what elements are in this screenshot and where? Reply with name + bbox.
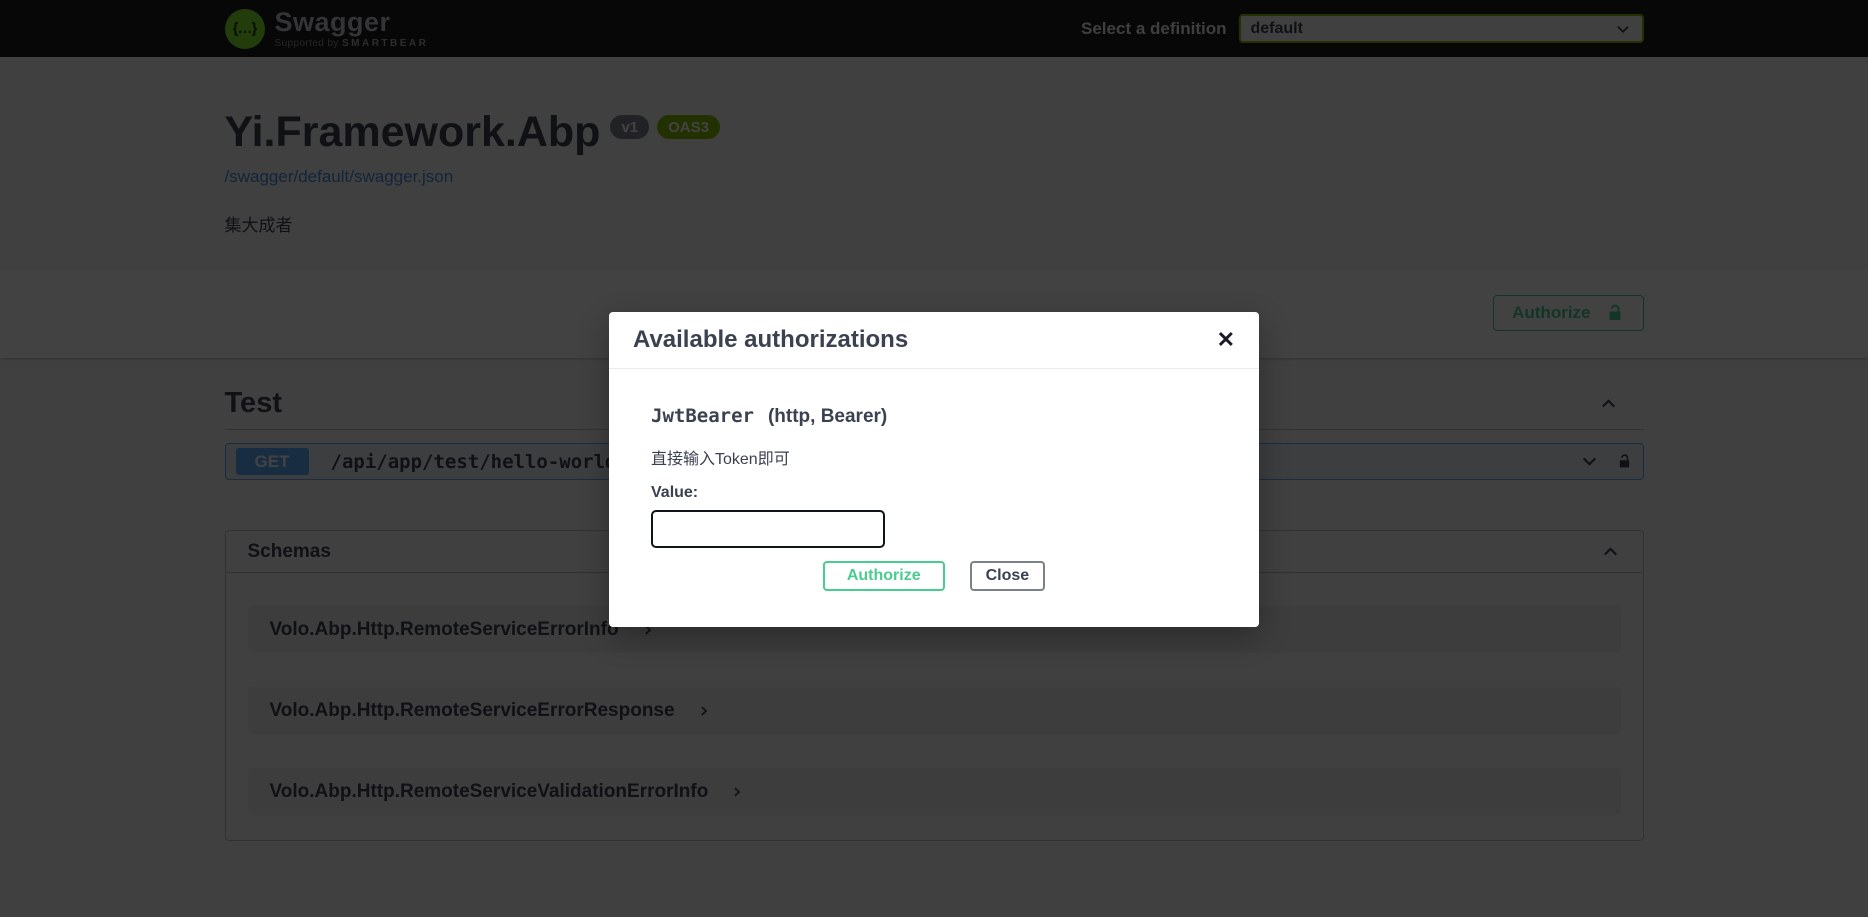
auth-scheme-heading: JwtBearer (http, Bearer) [651, 405, 1217, 428]
modal-buttons: Authorize Close [651, 561, 1217, 591]
auth-scheme-name: JwtBearer [651, 405, 754, 427]
token-value-input[interactable] [651, 510, 885, 548]
modal-body: JwtBearer (http, Bearer) 直接输入Token即可 Val… [609, 369, 1259, 627]
close-icon[interactable]: ✕ [1217, 329, 1235, 351]
value-label: Value: [651, 484, 1217, 502]
auth-scheme-type: (http, Bearer) [768, 406, 887, 428]
modal-authorize-button[interactable]: Authorize [823, 561, 945, 591]
modal-title: Available authorizations [633, 326, 908, 354]
modal-close-button[interactable]: Close [970, 561, 1046, 591]
authorizations-modal: Available authorizations ✕ JwtBearer (ht… [609, 312, 1259, 627]
modal-header: Available authorizations ✕ [609, 312, 1259, 369]
auth-description: 直接输入Token即可 [651, 445, 1217, 469]
